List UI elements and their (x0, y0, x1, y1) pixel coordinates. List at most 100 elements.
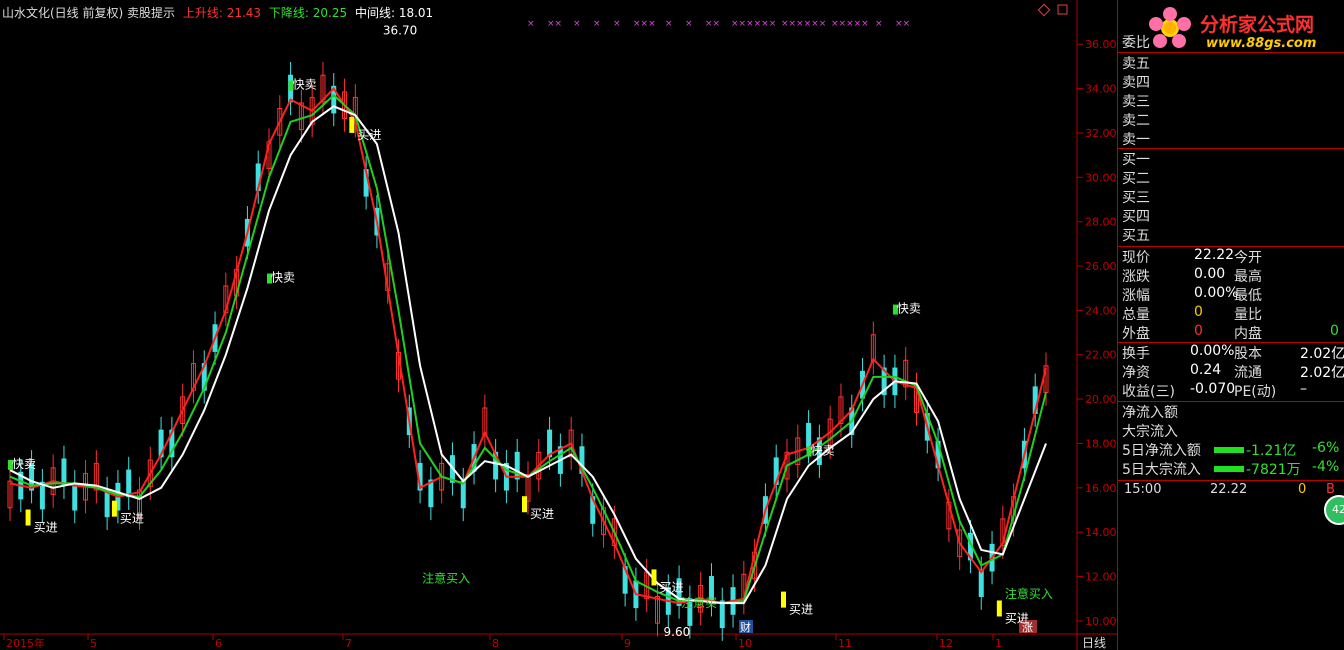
flow-value: -7821万 (1246, 462, 1301, 478)
y-tick-label: 36.00 (1085, 38, 1117, 51)
y-tick-label: 28.00 (1085, 216, 1117, 229)
logo-url: www.88gs.com (1206, 36, 1317, 51)
candle-body (514, 451, 520, 480)
tick-price: 22.22 (1210, 482, 1248, 497)
flow-pct: -4% (1312, 459, 1340, 475)
signal-mark: × (875, 19, 883, 29)
signal-mark: ×× (895, 19, 910, 29)
up-line-label: 上升线: (182, 6, 223, 20)
finance-label: 收益(三) (1122, 384, 1175, 400)
candle-body (978, 569, 984, 598)
period-label: 日线 (1082, 636, 1106, 650)
x-tick-label: 10 (738, 637, 752, 650)
divider (1118, 480, 1344, 481)
buy-level-label: 买四 (1122, 209, 1150, 225)
chart-title: 山水文化(日线 前复权) 卖股提示 (2, 6, 175, 20)
y-tick-label: 34.00 (1085, 83, 1117, 96)
finance-value: – (1300, 381, 1307, 397)
sell-level-label: 卖四 (1122, 75, 1150, 91)
signal-label: 快卖 (12, 457, 36, 471)
signal-label: 9.60 (664, 625, 691, 639)
signal-mark: × (527, 19, 535, 29)
finance-label: 流通 (1234, 365, 1262, 381)
quote-label: 总量 (1122, 307, 1150, 323)
y-tick-label: 30.00 (1085, 171, 1117, 184)
sell-level-label: 卖三 (1122, 94, 1150, 110)
flow-pct: -6% (1312, 440, 1340, 456)
x-tick-label: 2015年 (6, 636, 45, 650)
flow-label: 5日大宗流入 (1122, 462, 1201, 478)
y-tick-label: 22.00 (1085, 349, 1117, 362)
x-tick-label: 8 (492, 637, 499, 650)
down-line-label: 下降线: (268, 6, 309, 20)
y-tick-label: 16.00 (1085, 482, 1117, 495)
signal-mark: × (685, 19, 693, 29)
quote-label: 最高 (1234, 269, 1262, 285)
up-line-value: 21.43 (226, 6, 262, 20)
buy-level-label: 买二 (1122, 171, 1150, 187)
signal-mark: ××× (633, 19, 656, 29)
buy-signal-bar (781, 591, 786, 608)
quote-value: 0.00 (1194, 266, 1226, 282)
candle-body (72, 482, 78, 511)
x-tick-label: 12 (939, 637, 953, 650)
signal-label: 快卖 (811, 444, 835, 458)
kline-chart[interactable]: 36.00 34.00 32.00 30.00 28.00 26.00 24.00 22.00… (0, 0, 1117, 650)
sell-level-label: 卖五 (1122, 56, 1150, 72)
finance-label: PE(动) (1234, 384, 1277, 400)
candle-body (104, 489, 110, 518)
signal-label: 快卖 (271, 271, 295, 285)
down-line (9, 93, 1047, 605)
y-tick-label: 24.00 (1085, 304, 1117, 317)
diamond-icon (1037, 3, 1051, 17)
buy-signal-bar (651, 569, 657, 586)
x-tick-label: 1 (995, 637, 1002, 650)
signal-mark: ×××××× (781, 19, 826, 29)
signal-label: 买进 (34, 521, 58, 535)
site-logo[interactable]: 分析家公式网 www.88gs.com (1146, 4, 1341, 52)
quote-panel: 分析家公式网 www.88gs.com 委比 卖五 卖四 卖三 卖二 卖一 买一 买二 买三… (1117, 0, 1344, 650)
wei-bi-label: 委比 (1122, 35, 1150, 51)
x-tick-label: 7 (345, 637, 352, 650)
signal-mark: × (665, 19, 673, 29)
buy-signal-bar (349, 116, 355, 133)
flow-bar (1214, 466, 1244, 472)
candle-body (126, 469, 132, 498)
finance-value: 2.02亿 (1300, 365, 1344, 381)
finance-value: 2.02亿 (1300, 346, 1344, 362)
buy-signal-bar (522, 496, 527, 513)
signal-mark: × (613, 19, 621, 29)
quote-label: 量比 (1234, 307, 1262, 323)
flow-label: 5日净流入额 (1122, 443, 1201, 459)
candle-body (39, 481, 45, 510)
buy-level-label: 买五 (1122, 228, 1150, 244)
signal-label: 注意买 (681, 595, 717, 610)
quote-value: 0 (1194, 304, 1203, 320)
finance-value: 0.24 (1190, 362, 1222, 378)
quote-label: 最低 (1234, 288, 1262, 304)
x-tick-label: 5 (90, 637, 97, 650)
y-tick-label: 10.00 (1085, 615, 1117, 628)
flow-label: 大宗流入 (1122, 424, 1178, 440)
finance-value: 0.00% (1190, 343, 1235, 359)
x-tick-label: 9 (624, 637, 631, 650)
chart-canvas[interactable]: 36.00 34.00 32.00 30.00 28.00 26.00 24.00 22.00… (0, 0, 1117, 650)
finance-label: 股本 (1234, 346, 1262, 362)
signal-label: 快卖 (293, 78, 317, 92)
tick-volume: 0 (1298, 482, 1307, 497)
signal-label: 买进 (530, 507, 554, 521)
chart-header: 山水文化(日线 前复权) 卖股提示 上升线: 21.43 下降线: 20.25 … (2, 4, 437, 21)
sell-level-label: 卖一 (1122, 132, 1150, 148)
candle-body (61, 458, 67, 487)
candle-body (719, 600, 725, 629)
signal-mark: ××××× (831, 19, 869, 29)
signal-label: 买进 (789, 603, 813, 617)
quote-label: 外盘 (1122, 326, 1150, 342)
x-tick-label: 6 (215, 637, 222, 650)
divider (1118, 52, 1344, 53)
signal-label: 注意买入 (422, 571, 470, 586)
signal-label: 买进 (357, 128, 381, 142)
logo-flower-icon (1149, 7, 1191, 48)
square-icon (1057, 4, 1068, 15)
mid-line (9, 105, 1047, 605)
